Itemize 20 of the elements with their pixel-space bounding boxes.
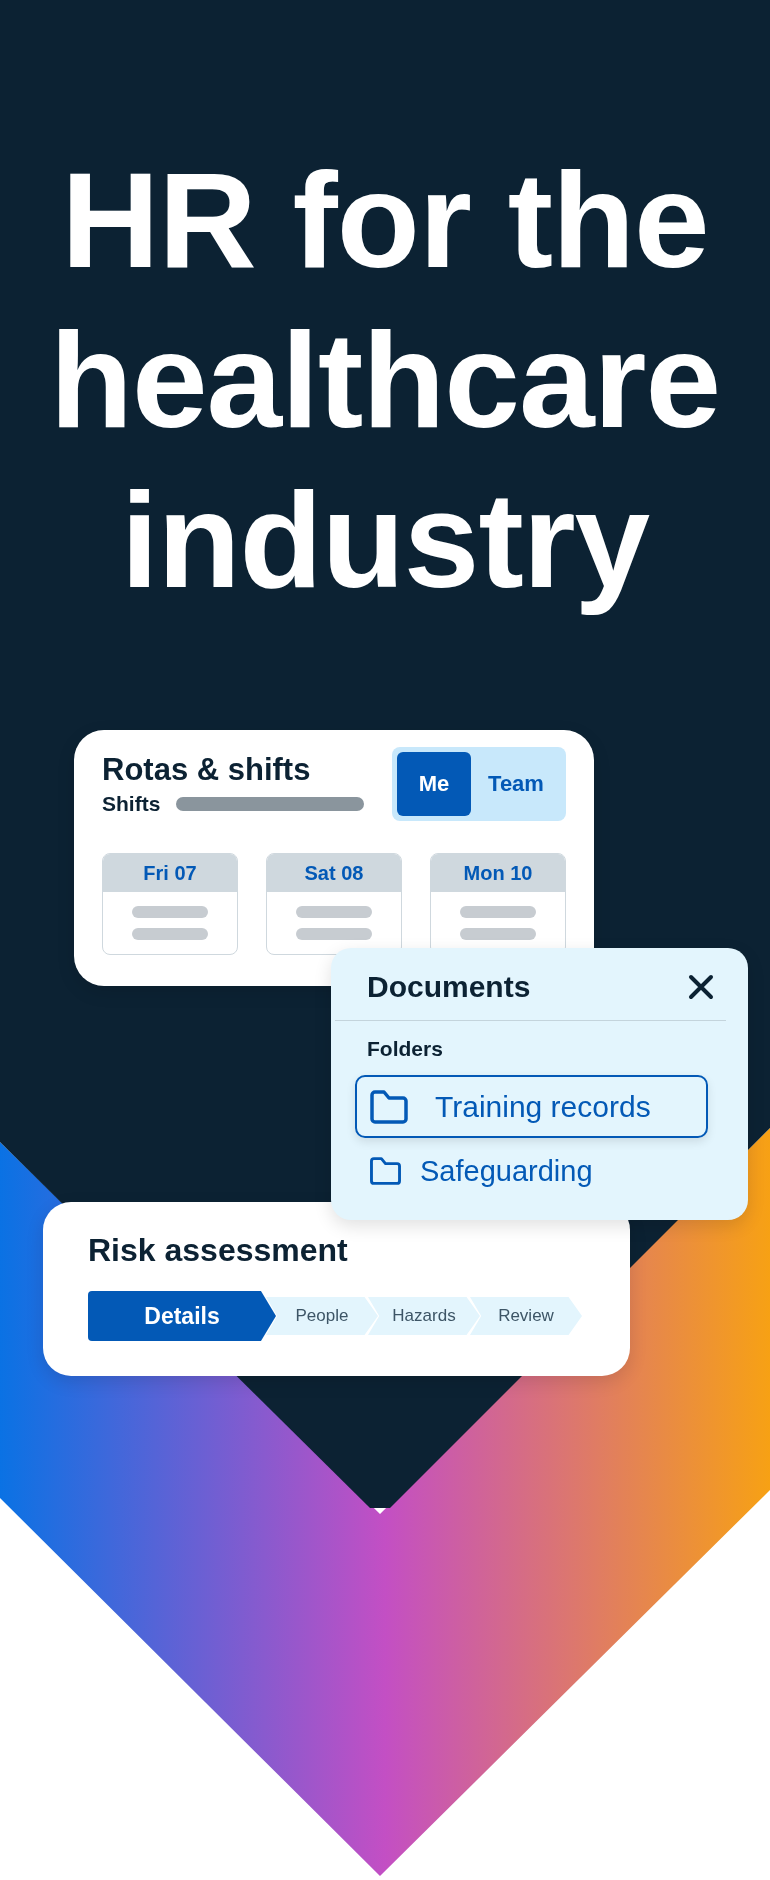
toggle-option[interactable]: Team [471, 752, 561, 816]
folder-icon [369, 1089, 409, 1124]
headline: HR for the healthcare industry [48, 143, 722, 618]
step-tab[interactable]: People [266, 1297, 378, 1335]
card-title: Rotas & shifts [102, 752, 312, 788]
card-title: Risk assessment [88, 1232, 349, 1269]
day-header: Mon 10 [431, 854, 565, 892]
folder-icon [369, 1156, 402, 1185]
folder-item[interactable]: Training records [355, 1075, 708, 1138]
card-title: Documents [367, 970, 531, 1004]
day-header: Sat 08 [267, 854, 401, 892]
shifts-label: Shifts [102, 792, 161, 816]
toggle-option[interactable]: Me [397, 752, 471, 816]
close-icon[interactable] [688, 974, 714, 1000]
step-tab[interactable]: Review [470, 1297, 582, 1335]
day-header: Fri 07 [103, 854, 237, 892]
section-label: Folders [367, 1037, 444, 1061]
folder-item[interactable]: Safeguarding [355, 1146, 708, 1196]
step-tab[interactable]: Details [88, 1291, 276, 1341]
step-tab[interactable]: Hazards [368, 1297, 480, 1335]
